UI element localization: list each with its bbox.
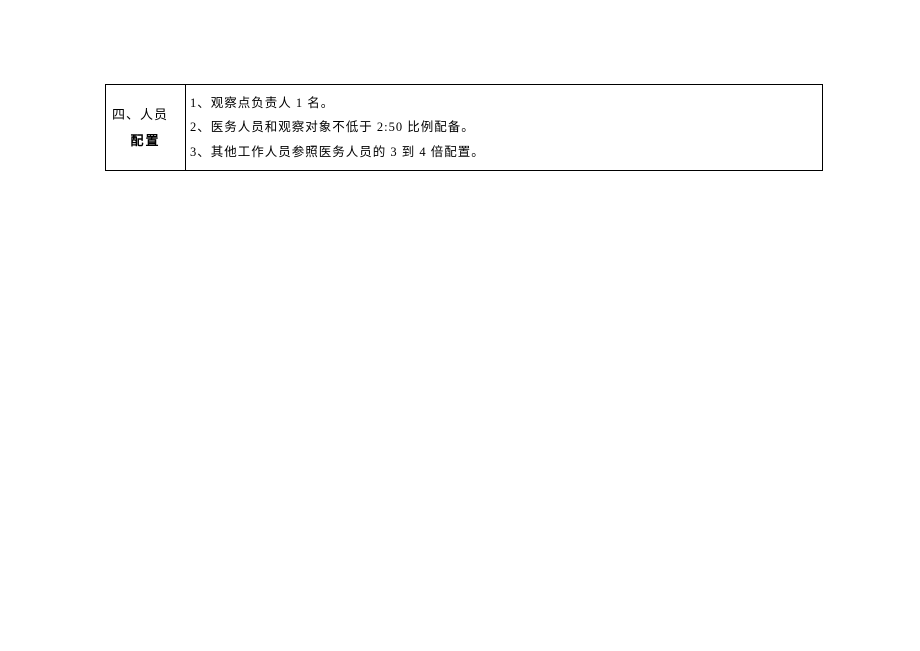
section-content-cell: 1、观察点负责人 1 名。 2、医务人员和观察对象不低于 2:50 比例配备。 …: [186, 85, 822, 170]
table-row: 四、人员 配置 1、观察点负责人 1 名。 2、医务人员和观察对象不低于 2:5…: [105, 84, 823, 171]
list-item: 2、医务人员和观察对象不低于 2:50 比例配备。: [190, 115, 818, 139]
list-item: 1、观察点负责人 1 名。: [190, 91, 818, 115]
section-subtitle: 配置: [112, 129, 179, 152]
section-number-title: 四、人员: [112, 103, 179, 126]
section-heading-cell: 四、人员 配置: [106, 85, 186, 170]
list-item: 3、其他工作人员参照医务人员的 3 到 4 倍配置。: [190, 140, 818, 164]
